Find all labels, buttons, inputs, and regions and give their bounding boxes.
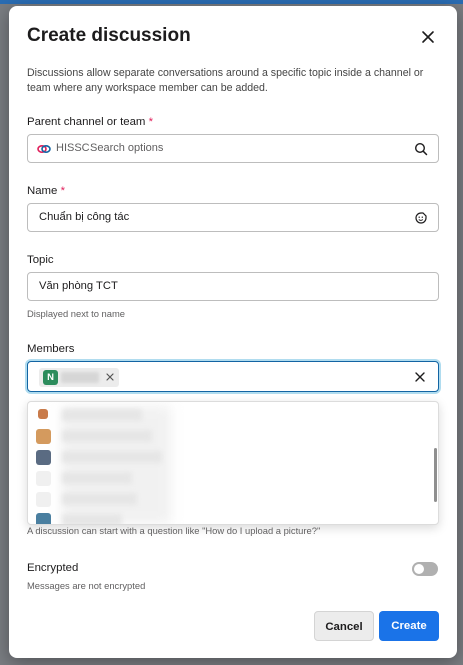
emoji-picker-icon[interactable] [414,211,428,225]
user-avatar [36,429,51,444]
create-button[interactable]: Create [379,611,439,641]
name-value: Chuẩn bị công tác [39,211,130,223]
option-name-redacted [62,493,137,505]
option-name-redacted [62,409,142,421]
create-discussion-modal: Create discussion Discussions allow sepa… [9,6,457,658]
search-icon[interactable] [414,142,428,156]
required-mark: * [148,116,154,128]
topic-value: Văn phòng TCT [39,280,118,292]
parent-prefix: HISSC [56,142,90,154]
encrypted-toggle[interactable] [412,562,438,576]
remove-member-icon[interactable] [105,372,115,382]
user-avatar [36,492,51,507]
option-name-redacted [62,514,122,524]
topic-input[interactable]: Văn phòng TCT [27,272,439,301]
message-hint: A discussion can start with a question l… [27,525,321,536]
member-name-redacted [61,372,99,383]
dropdown-option[interactable] [36,511,416,524]
modal-description: Discussions allow separate conversations… [27,67,424,94]
user-avatar [36,513,51,524]
parent-label-text: Parent channel or team [27,116,146,128]
topic-label: Topic [27,254,54,266]
members-dropdown [27,401,439,525]
parent-placeholder: Search options [90,142,164,154]
dropdown-option[interactable] [36,469,416,487]
dropdown-option[interactable] [36,427,416,445]
parent-label: Parent channel or team * [27,116,153,128]
backdrop-header-strip [0,0,463,4]
close-icon[interactable] [419,28,437,46]
topic-hint: Displayed next to name [27,308,125,319]
name-label: Name * [27,185,65,197]
encrypted-hint: Messages are not encrypted [27,580,146,591]
cancel-button[interactable]: Cancel [314,611,374,641]
user-avatar [36,471,51,486]
name-label-text: Name [27,185,58,197]
dropdown-option[interactable] [36,490,416,508]
parent-channel-input[interactable]: HISSC Search options [27,134,439,163]
user-avatar [38,409,48,419]
dropdown-option[interactable] [36,448,416,466]
user-avatar [36,450,51,465]
clear-members-icon[interactable] [414,371,426,383]
option-name-redacted [62,472,132,484]
discussion-link-icon [37,144,51,154]
option-name-redacted [62,430,152,442]
members-label: Members [27,343,75,355]
member-avatar: N [43,370,58,385]
dropdown-scrollbar[interactable] [434,448,437,502]
modal-title: Create discussion [27,25,191,46]
required-mark: * [60,185,65,197]
members-input[interactable]: N [27,361,439,392]
encrypted-label: Encrypted [27,562,79,574]
dropdown-option[interactable] [36,406,416,424]
option-name-redacted [62,451,162,463]
member-chip: N [39,368,119,387]
name-input[interactable]: Chuẩn bị công tác [27,203,439,232]
toggle-knob [414,564,424,574]
